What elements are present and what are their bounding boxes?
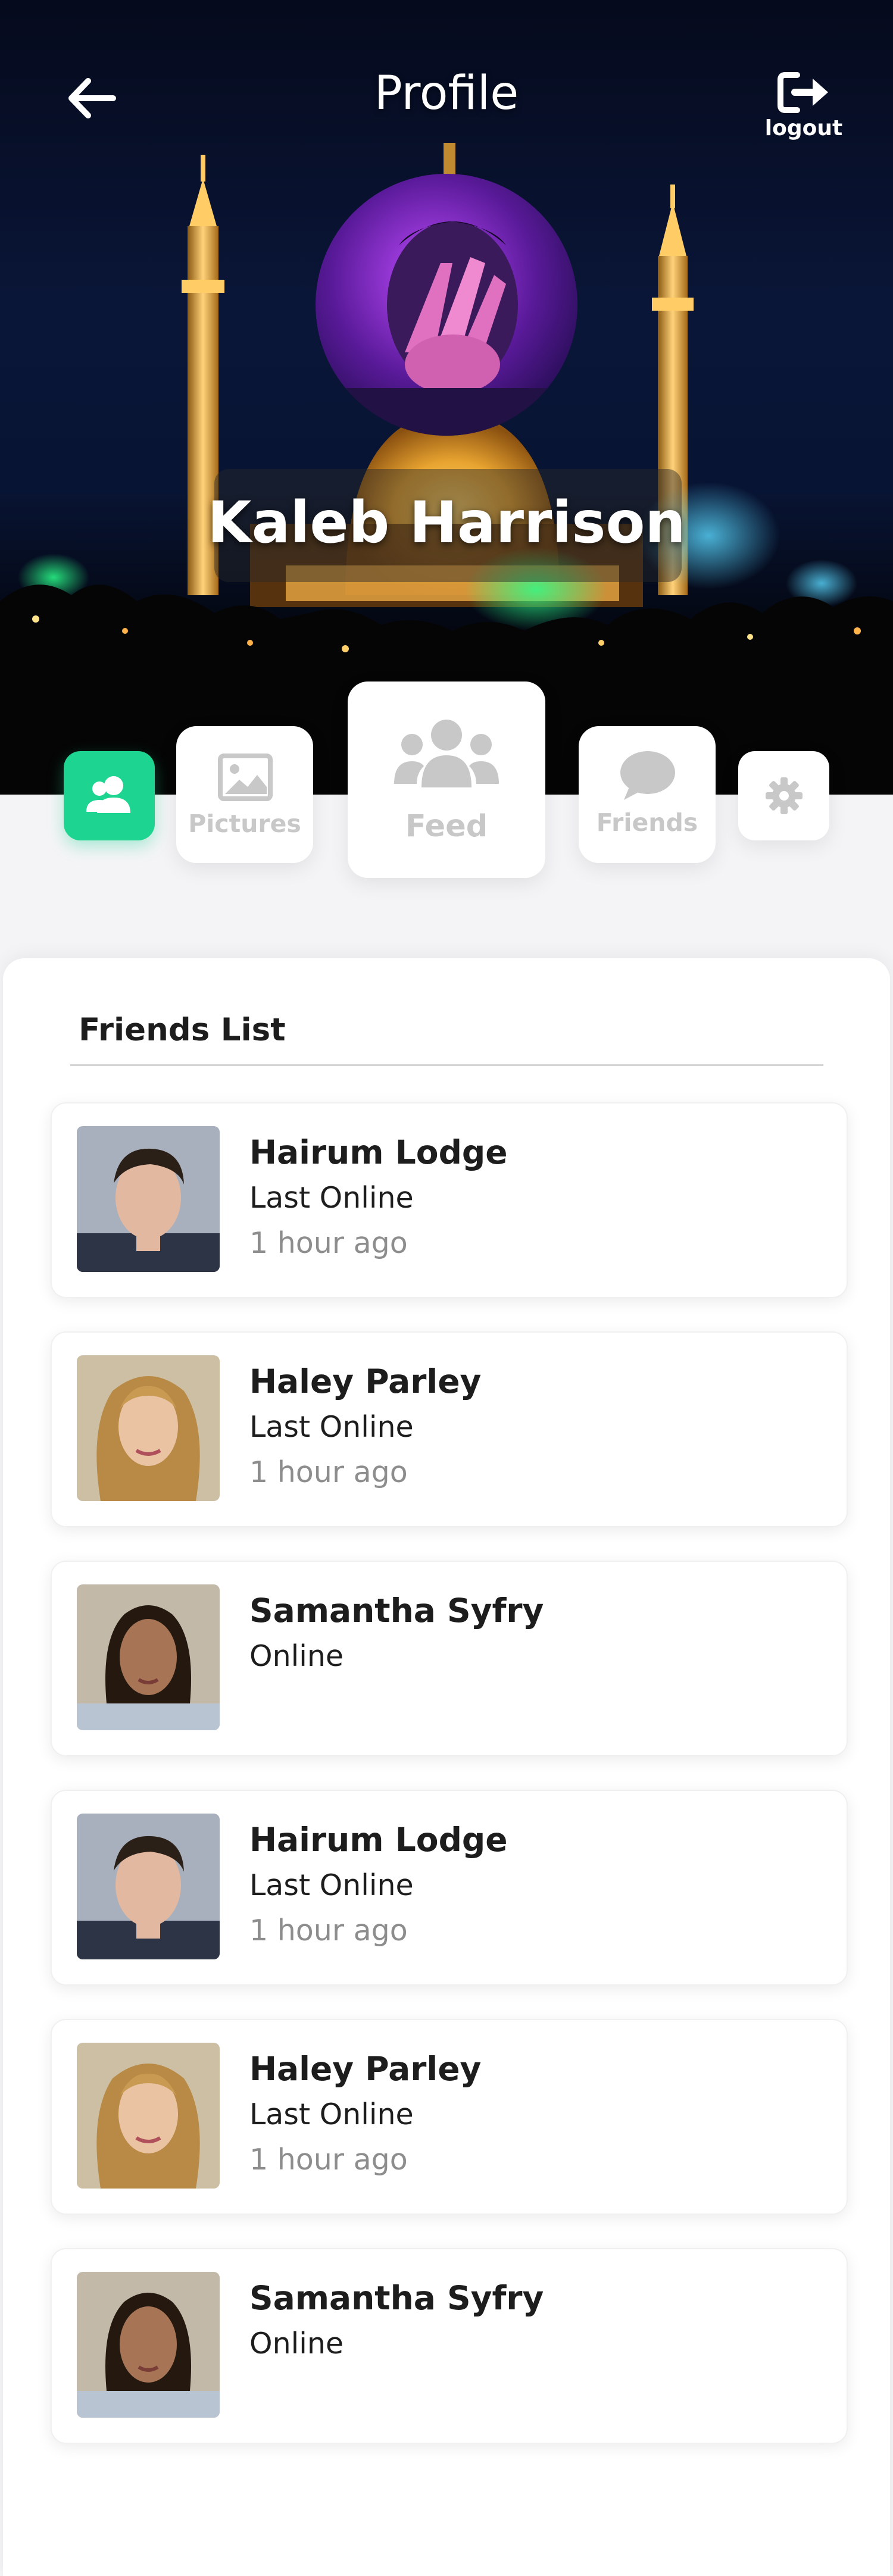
tab-feed-label: Feed xyxy=(405,809,488,844)
tab-feed[interactable]: Feed xyxy=(348,681,545,878)
friend-last-seen: 1 hour ago xyxy=(249,1914,408,1947)
friend-name: Samantha Syfry xyxy=(249,1592,544,1630)
logout-label: logout xyxy=(764,116,843,140)
friend-name: Hairum Lodge xyxy=(249,1821,508,1859)
friend-name: Samantha Syfry xyxy=(249,2279,544,2317)
friend-last-seen: 1 hour ago xyxy=(249,1455,408,1489)
friend-row[interactable]: Haley Parley Last Online 1 hour ago xyxy=(51,2019,848,2215)
tab-pictures-label: Pictures xyxy=(188,809,301,838)
user-name: Kaleb Harrison xyxy=(207,489,686,556)
tab-settings[interactable] xyxy=(738,751,829,840)
logout-button[interactable]: logout xyxy=(759,70,848,154)
friend-status: Online xyxy=(249,1639,344,1673)
friends-list-title: Friends List xyxy=(79,1012,286,1048)
tab-pictures[interactable]: Pictures xyxy=(176,726,313,863)
friend-name: Haley Parley xyxy=(249,2050,482,2088)
tab-friends[interactable]: Friends xyxy=(579,726,716,863)
friend-photo-image xyxy=(77,1126,220,1272)
friend-row[interactable]: Haley Parley Last Online 1 hour ago xyxy=(51,1331,848,1527)
friend-avatar xyxy=(77,2043,220,2189)
gear-icon xyxy=(766,777,803,814)
friend-name: Haley Parley xyxy=(249,1362,482,1400)
friend-name: Hairum Lodge xyxy=(249,1133,508,1171)
image-icon xyxy=(218,754,273,801)
group-icon xyxy=(394,720,499,787)
friend-photo-image xyxy=(77,1814,220,1959)
friend-status: Last Online xyxy=(249,1181,414,1215)
logout-icon xyxy=(778,72,828,113)
friend-row[interactable]: Hairum Lodge Last Online 1 hour ago xyxy=(51,1790,848,1986)
tab-users[interactable] xyxy=(64,751,155,840)
friend-last-seen: 1 hour ago xyxy=(249,1226,408,1260)
tab-friends-label: Friends xyxy=(596,808,698,837)
friend-avatar xyxy=(77,1355,220,1501)
friend-avatar xyxy=(77,2272,220,2418)
users-icon xyxy=(86,776,130,813)
friend-photo-image xyxy=(77,1355,220,1501)
friend-photo-image xyxy=(77,2043,220,2189)
profile-avatar[interactable] xyxy=(316,174,577,436)
friend-status: Online xyxy=(249,2327,344,2361)
friend-row[interactable]: Samantha Syfry Online xyxy=(51,1561,848,1756)
friend-avatar xyxy=(77,1814,220,1959)
friend-status: Last Online xyxy=(249,1868,414,1902)
chat-bubble-icon xyxy=(620,751,675,800)
friend-row[interactable]: Hairum Lodge Last Online 1 hour ago xyxy=(51,1102,848,1298)
friend-avatar xyxy=(77,1584,220,1730)
friend-photo-image xyxy=(77,1584,220,1730)
friend-avatar xyxy=(77,1126,220,1272)
avatar-photo xyxy=(316,174,577,436)
friend-row[interactable]: Samantha Syfry Online xyxy=(51,2248,848,2444)
friend-status: Last Online xyxy=(249,2097,414,2131)
friend-last-seen: 1 hour ago xyxy=(249,2143,408,2177)
friend-photo-image xyxy=(77,2272,220,2418)
friend-status: Last Online xyxy=(249,1410,414,1444)
divider xyxy=(70,1064,823,1066)
